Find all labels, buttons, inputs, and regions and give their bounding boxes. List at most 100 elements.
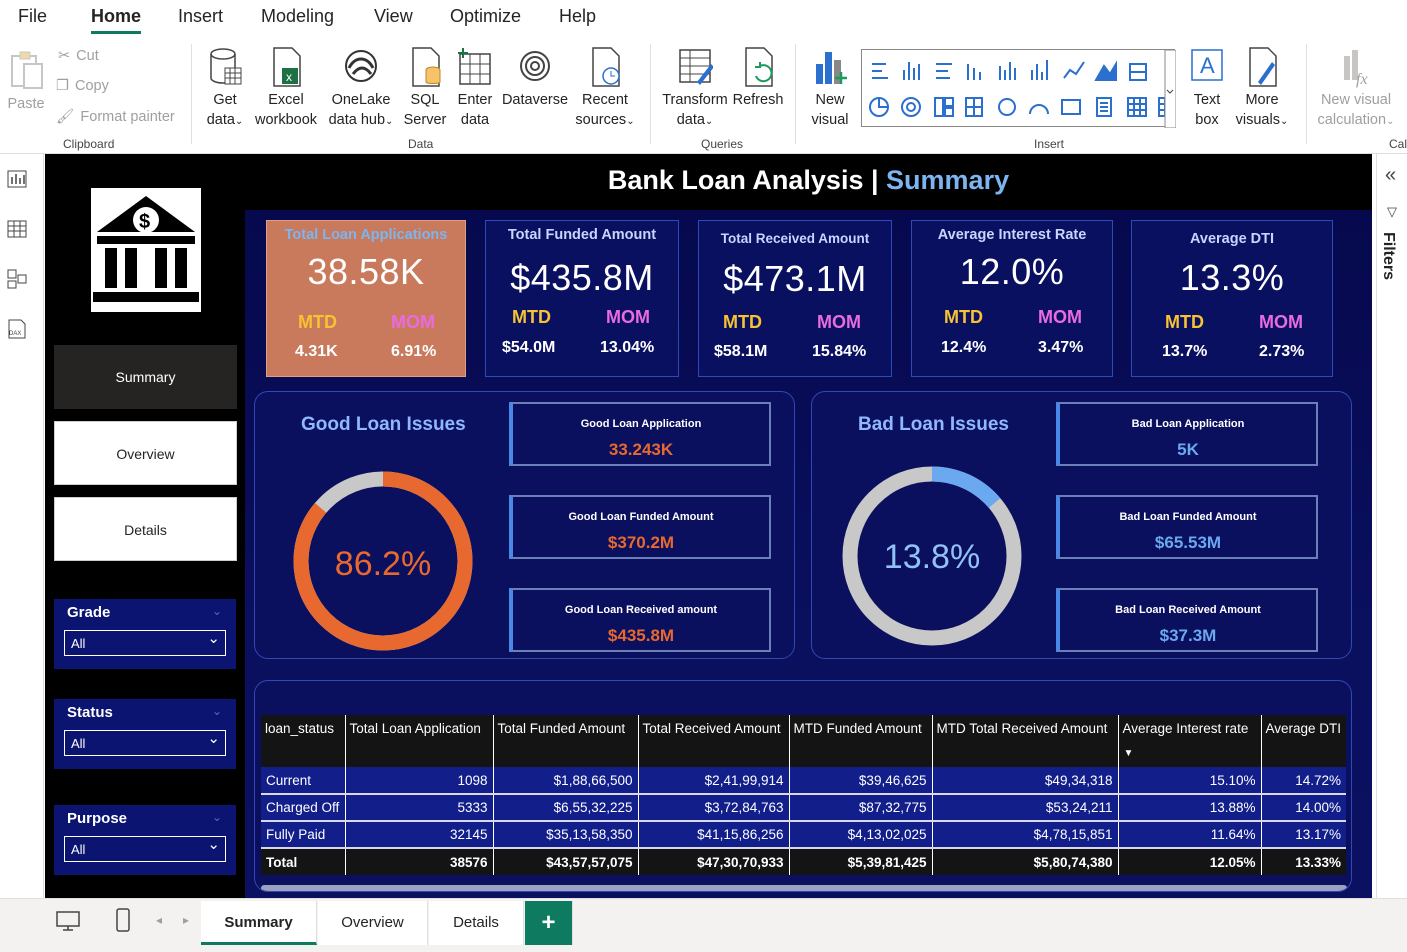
menu-optimize[interactable]: Optimize [450, 6, 521, 27]
bad-loan-donut[interactable]: 13.8% [840, 464, 1024, 648]
chevron-down-icon: ⌄ [626, 116, 635, 127]
bad-loan-funded-card[interactable]: Bad Loan Funded Amount $65.53M [1056, 495, 1318, 559]
column-header[interactable]: Total Loan Application [344, 715, 493, 767]
kpi-value: 12.0% [959, 251, 1065, 292]
page-tab-summary[interactable]: Summary [201, 901, 317, 945]
text-box-button[interactable]: A Text box [1185, 46, 1229, 130]
grade-dropdown[interactable]: All ⌄ [64, 630, 226, 656]
add-page-button[interactable]: + [525, 901, 573, 945]
status-dropdown[interactable]: All ⌄ [64, 730, 226, 756]
bad-loan-application-card[interactable]: Bad Loan Application 5K [1056, 402, 1318, 466]
purpose-dropdown[interactable]: All ⌄ [64, 836, 226, 862]
refresh-icon [745, 47, 773, 87]
filters-label[interactable]: Filters [1379, 232, 1397, 280]
menu-bar: File Home Insert Modeling View Optimize … [0, 0, 1407, 36]
nav-details-button[interactable]: Details [54, 497, 237, 561]
table-cell: 38576 [344, 848, 493, 875]
kpi-value: $473.1M [723, 258, 867, 299]
table-cell: $2,41,99,914 [637, 767, 789, 795]
table-view-icon[interactable] [6, 218, 28, 240]
ribbon: Paste ✂ Cut ❐ Copy 🖌 Format painter Clipboa… [0, 36, 1407, 154]
new-visual-calculation-button[interactable]: fx New visual calculation⌄ [1316, 46, 1396, 132]
refresh-button[interactable]: Refresh [732, 46, 784, 110]
card-value: $65.53M [1154, 533, 1222, 552]
column-header[interactable]: Average DTI [1260, 715, 1346, 767]
kpi-title: Average Interest Rate [937, 227, 1087, 243]
column-header[interactable]: loan_status [261, 715, 345, 767]
bank-logo: $ [91, 188, 201, 312]
menu-help[interactable]: Help [559, 6, 596, 27]
report-sidebar: $ Summary Overview Details Grade ⌄ All ⌄ … [45, 154, 245, 898]
new-visual-icon [816, 52, 847, 84]
kpi-total-funded-amount[interactable]: Total Funded Amount $435.8M MTD MOM $54.… [485, 220, 679, 377]
kpi-average-interest-rate[interactable]: Average Interest Rate 12.0% MTD MOM 12.4… [911, 220, 1113, 377]
group-separator [795, 44, 796, 144]
page-tab-overview[interactable]: Overview [318, 901, 428, 945]
transform-label: Transform [662, 92, 728, 108]
good-loan-funded-card[interactable]: Good Loan Funded Amount $370.2M [509, 495, 771, 559]
menu-modeling[interactable]: Modeling [261, 6, 334, 27]
kpi-average-dti[interactable]: Average DTI 13.3% MTD MOM 13.7% 2.73% [1131, 220, 1333, 377]
onelake-data-hub-button[interactable]: OneLake data hub⌄ [322, 46, 400, 132]
get-data-button[interactable]: Get data⌄ [200, 46, 250, 132]
scroll-right-icon[interactable]: ▸ [183, 913, 189, 927]
column-header[interactable]: MTD Funded Amount [788, 715, 932, 767]
svg-text:$: $ [139, 211, 150, 233]
horizontal-scrollbar[interactable] [261, 885, 1347, 891]
nav-overview-button[interactable]: Overview [54, 421, 237, 485]
format-painter-button[interactable]: 🖌 Format painter [56, 108, 175, 126]
get-data-label-2: data [206, 112, 235, 128]
column-header[interactable]: Total Received Amount [637, 715, 789, 767]
sql-server-button[interactable]: SQL Server [403, 46, 447, 130]
menu-home[interactable]: Home [91, 6, 142, 34]
copy-button[interactable]: ❐ Copy [56, 78, 109, 94]
column-header[interactable]: MTD Total Received Amount [931, 715, 1118, 767]
good-loan-application-card[interactable]: Good Loan Application 33.243K [509, 402, 771, 466]
table-row[interactable]: Charged Off 5333 $6,55,32,225 $3,72,84,763 $… [261, 794, 1346, 822]
paste-button[interactable]: Paste [6, 46, 46, 114]
visuals-gallery[interactable] [861, 49, 1178, 129]
table-row[interactable]: Fully Paid 32145 $35,13,58,350 $41,15,86,25… [261, 821, 1346, 849]
good-loan-donut[interactable]: 86.2% [291, 469, 475, 653]
enter-data-label: Enter [457, 92, 493, 108]
view-switcher-rail: DAX [0, 154, 44, 898]
menu-insert[interactable]: Insert [178, 6, 223, 27]
transform-data-button[interactable]: Transform data⌄ [660, 46, 730, 132]
column-header[interactable]: Total Funded Amount [492, 715, 638, 767]
nav-summary-button[interactable]: Summary [54, 345, 237, 409]
double-chevron-left-icon[interactable]: « [1385, 164, 1396, 187]
kpi-total-received-amount[interactable]: Total Received Amount $473.1M MTD MOM $5… [698, 220, 892, 377]
mtd-value: 12.4% [941, 339, 987, 356]
dax-query-view-icon[interactable]: DAX [6, 318, 28, 340]
menu-view[interactable]: View [374, 6, 413, 27]
model-view-icon[interactable] [6, 268, 28, 290]
more-visuals-button[interactable]: More visuals⌄ [1232, 46, 1292, 132]
page-tab-details[interactable]: Details [429, 901, 524, 945]
bad-loan-received-card[interactable]: Bad Loan Received Amount $37.3M [1056, 588, 1318, 652]
scroll-left-icon[interactable]: ◂ [156, 913, 162, 927]
brush-icon: 🖌 [56, 109, 75, 125]
report-view-icon[interactable] [6, 168, 28, 190]
card-title: Good Loan Funded Amount [568, 511, 714, 523]
menu-file[interactable]: File [18, 6, 47, 27]
table-row[interactable]: Current 1098 $1,88,66,500 $2,41,99,914 $39,4… [261, 767, 1346, 795]
cut-button[interactable]: ✂ Cut [58, 48, 99, 64]
good-loan-received-card[interactable]: Good Loan Received amount $435.8M [509, 588, 771, 652]
column-header-sorted[interactable]: Average Interest rate ▼ [1117, 715, 1261, 767]
chevron-down-icon: ⌄ [234, 116, 244, 127]
card-value: $435.8M [607, 626, 675, 645]
recent-sources-button[interactable]: Recent sources⌄ [572, 46, 638, 132]
table-cell: $39,46,625 [788, 767, 932, 795]
mobile-layout-icon[interactable] [114, 907, 132, 933]
excel-workbook-button[interactable]: x Excel workbook [252, 46, 320, 130]
excel-icon: x [273, 47, 301, 87]
text-box-label-2: box [1195, 112, 1219, 128]
enter-data-button[interactable]: Enter data [455, 46, 495, 130]
kpi-total-loan-applications[interactable]: Total Loan Applications 38.58K MTD MOM 4… [266, 220, 466, 377]
dataverse-button[interactable]: Dataverse [500, 46, 570, 110]
table-cell: $87,32,775 [788, 794, 932, 822]
recent-sources-icon [592, 47, 620, 87]
new-visual-button[interactable]: New visual [808, 46, 852, 130]
kpi-value: 13.3% [1179, 257, 1285, 298]
desktop-layout-icon[interactable] [55, 909, 81, 933]
